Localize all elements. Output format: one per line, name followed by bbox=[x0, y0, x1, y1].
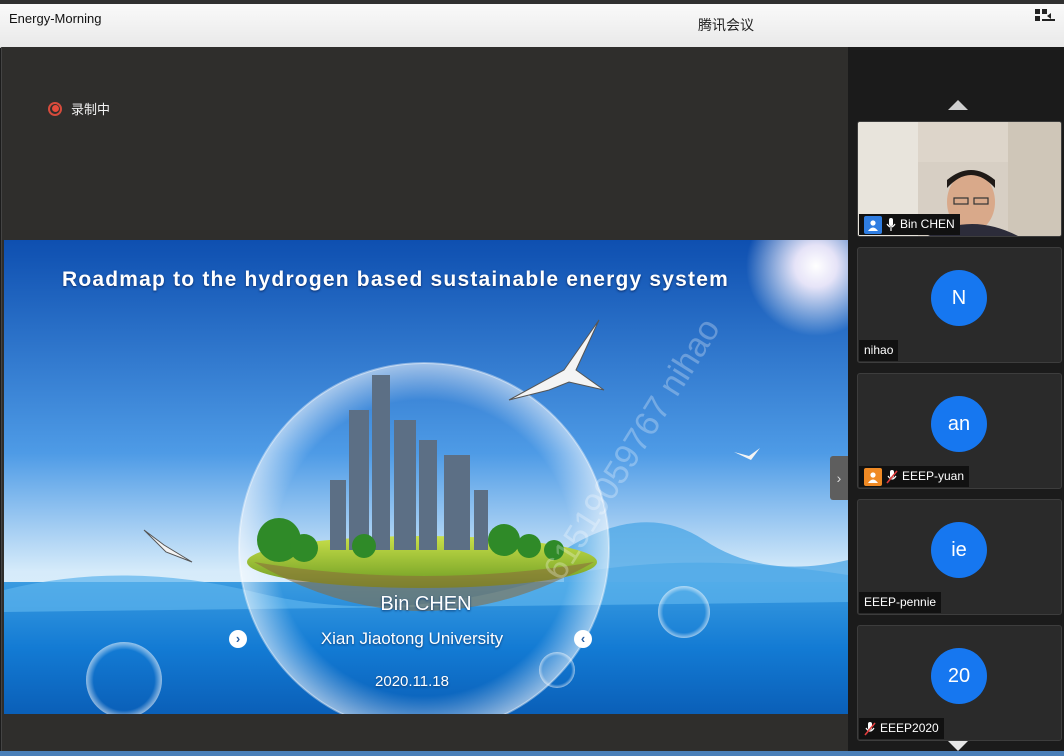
shared-screen-area: 录制中 Roadmap to the hydrogen based sustai… bbox=[1, 47, 848, 751]
microphone-muted-icon bbox=[886, 469, 898, 484]
recording-indicator: 录制中 bbox=[48, 99, 110, 118]
bottom-border bbox=[0, 751, 1064, 756]
slide-date: 2020.11.18 bbox=[375, 673, 449, 690]
participant-name: EEEP-pennie bbox=[864, 595, 937, 609]
participant-name: nihao bbox=[864, 343, 894, 357]
participant-label: EEEP-yuan bbox=[859, 466, 970, 487]
participant-avatar: N bbox=[931, 270, 987, 326]
participant-panel: Bin CHEN N nihao an EEEP-yuan ie EEEP-pe… bbox=[848, 47, 1064, 751]
participant-label: EEEP2020 bbox=[859, 718, 944, 739]
participant-tile[interactable]: N nihao bbox=[857, 247, 1062, 363]
window-title: Energy-Morning bbox=[9, 11, 102, 26]
slide-presenter: Bin CHEN bbox=[380, 593, 472, 615]
scroll-up-icon[interactable] bbox=[948, 100, 968, 110]
participant-label: Bin CHEN bbox=[859, 214, 960, 235]
participant-label: EEEP-pennie bbox=[859, 592, 942, 613]
participant-tile[interactable]: ie EEEP-pennie bbox=[857, 499, 1062, 615]
presentation-slide: Roadmap to the hydrogen based sustainabl… bbox=[4, 240, 848, 714]
participant-avatar: 20 bbox=[931, 648, 987, 704]
title-bar: Energy-Morning 腾讯会议 bbox=[0, 0, 1064, 48]
participant-tile[interactable]: Bin CHEN bbox=[857, 121, 1062, 237]
app-name: 腾讯会议 bbox=[698, 17, 754, 33]
microphone-muted-icon bbox=[864, 721, 876, 736]
next-page-button[interactable]: › bbox=[229, 630, 247, 648]
collapse-panel-button[interactable]: › bbox=[830, 456, 848, 500]
layout-switch-icon[interactable] bbox=[1035, 9, 1055, 25]
record-icon bbox=[48, 101, 62, 116]
participant-avatar: ie bbox=[931, 522, 987, 578]
participant-name: Bin CHEN bbox=[900, 217, 955, 231]
participant-tile[interactable]: 20 EEEP2020 bbox=[857, 625, 1062, 741]
slide-affiliation: Xian Jiaotong University bbox=[320, 629, 504, 648]
slide-title: Roadmap to the hydrogen based sustainabl… bbox=[62, 268, 729, 291]
recording-label: 录制中 bbox=[71, 102, 111, 117]
participant-label: nihao bbox=[859, 340, 899, 361]
participant-avatar: an bbox=[931, 396, 987, 452]
previous-page-button[interactable]: ‹ bbox=[574, 630, 592, 648]
scroll-down-icon[interactable] bbox=[948, 741, 968, 751]
cohost-badge-icon bbox=[864, 467, 882, 486]
participant-name: EEEP-yuan bbox=[902, 469, 965, 483]
host-badge-icon bbox=[864, 215, 882, 234]
participant-tile[interactable]: an EEEP-yuan bbox=[857, 373, 1062, 489]
participant-name: EEEP2020 bbox=[880, 721, 939, 735]
microphone-icon bbox=[886, 217, 896, 231]
